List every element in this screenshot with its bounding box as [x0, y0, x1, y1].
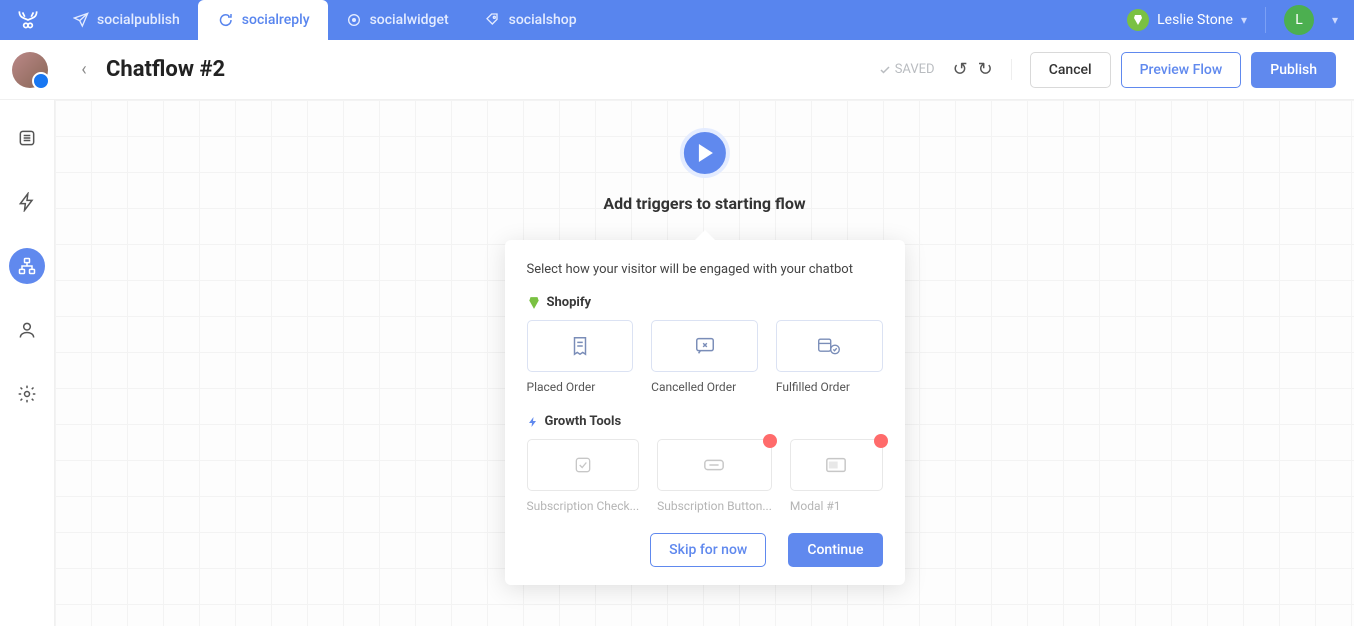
receipt-icon	[569, 335, 591, 357]
sitemap-icon	[17, 256, 37, 276]
trigger-label: Placed Order	[527, 380, 634, 394]
check-icon	[879, 64, 891, 76]
user-icon	[17, 320, 37, 340]
bolt-icon	[527, 415, 539, 429]
trigger-label: Fulfilled Order	[776, 380, 883, 394]
package-check-icon	[817, 335, 841, 357]
rail-audience[interactable]	[9, 312, 45, 348]
user-avatar[interactable]: L	[1284, 5, 1314, 35]
button-icon	[703, 456, 725, 474]
cancel-button[interactable]: Cancel	[1030, 52, 1111, 88]
trigger-grid-growth: Subscription Check... Subscription Butto…	[527, 439, 883, 513]
trigger-subscription-checkbox: Subscription Check...	[527, 439, 640, 513]
paper-plane-icon	[73, 12, 89, 28]
alert-badge-icon	[874, 434, 888, 448]
trigger-label: Subscription Button...	[657, 499, 772, 513]
chat-reply-icon	[216, 11, 234, 29]
redo-button[interactable]: ↻	[978, 59, 993, 80]
modal-icon	[825, 456, 847, 474]
user-name: Leslie Stone	[1157, 12, 1233, 28]
shopify-logo-icon	[1127, 9, 1149, 31]
trigger-fulfilled-order[interactable]: Fulfilled Order	[776, 320, 883, 394]
tab-socialshop[interactable]: socialshop	[467, 0, 595, 40]
saved-status: SAVED	[879, 62, 935, 77]
tag-icon	[485, 12, 501, 28]
brand-logo[interactable]	[0, 0, 55, 40]
start-node-title: Add triggers to starting flow	[603, 194, 805, 213]
list-icon	[17, 128, 37, 148]
section-growth-label: Growth Tools	[527, 414, 883, 429]
trigger-label: Subscription Check...	[527, 499, 640, 513]
user-group: Leslie Stone ▾ L ▾	[1127, 5, 1338, 35]
comment-x-icon	[694, 335, 716, 357]
tab-socialwidget[interactable]: socialwidget	[328, 0, 467, 40]
trigger-popover: Select how your visitor will be engaged …	[505, 240, 905, 585]
tab-socialreply[interactable]: socialreply	[198, 0, 328, 40]
trigger-modal: Modal #1	[790, 439, 883, 513]
toolbar: ‹ Chatflow #2 SAVED ↺ ↻ Cancel Preview F…	[0, 40, 1354, 100]
tab-socialpublish[interactable]: socialpublish	[55, 0, 198, 40]
section-label-text: Growth Tools	[545, 414, 622, 429]
connected-page-avatar[interactable]	[12, 52, 48, 88]
undo-button[interactable]: ↺	[953, 59, 968, 80]
section-shopify-label: Shopify	[527, 295, 883, 310]
trigger-subscription-button: Subscription Button...	[657, 439, 772, 513]
side-rail	[0, 100, 55, 626]
saved-label: SAVED	[895, 62, 935, 77]
start-node[interactable]: Add triggers to starting flow	[603, 128, 805, 213]
page-title: Chatflow #2	[106, 57, 225, 82]
rail-settings[interactable]	[9, 376, 45, 412]
checkbox-icon	[573, 455, 593, 475]
tab-label: socialwidget	[370, 12, 449, 28]
alert-badge-icon	[763, 434, 777, 448]
target-icon	[346, 12, 362, 28]
workspace: Add triggers to starting flow Select how…	[0, 100, 1354, 626]
skip-button[interactable]: Skip for now	[650, 533, 766, 567]
popover-description: Select how your visitor will be engaged …	[527, 262, 883, 277]
back-button[interactable]: ‹	[70, 56, 98, 84]
history-buttons: ↺ ↻	[953, 59, 1012, 80]
top-nav: socialpublish socialreply socialwidget s…	[0, 0, 1354, 40]
trigger-label: Cancelled Order	[651, 380, 758, 394]
trigger-grid-shopify: Placed Order Cancelled Order Fulfilled O…	[527, 320, 883, 394]
play-icon	[680, 128, 730, 178]
section-label-text: Shopify	[547, 295, 592, 310]
chevron-down-icon[interactable]: ▾	[1332, 13, 1338, 27]
trigger-cancelled-order[interactable]: Cancelled Order	[651, 320, 758, 394]
tab-label: socialreply	[242, 12, 310, 28]
chevron-down-icon: ▾	[1241, 13, 1247, 27]
trigger-placed-order[interactable]: Placed Order	[527, 320, 634, 394]
continue-button[interactable]: Continue	[788, 533, 882, 567]
trigger-label: Modal #1	[790, 499, 883, 513]
publish-button[interactable]: Publish	[1251, 52, 1336, 88]
store-selector[interactable]: Leslie Stone ▾	[1127, 9, 1247, 31]
rail-flows[interactable]	[9, 120, 45, 156]
gear-icon	[17, 384, 37, 404]
shopify-bag-icon	[527, 296, 541, 310]
tab-label: socialpublish	[97, 12, 180, 28]
preview-flow-button[interactable]: Preview Flow	[1121, 52, 1242, 88]
rail-automation[interactable]	[9, 184, 45, 220]
nav-tabs: socialpublish socialreply socialwidget s…	[55, 0, 595, 40]
flow-canvas[interactable]: Add triggers to starting flow Select how…	[55, 100, 1354, 626]
antler-icon	[15, 7, 41, 33]
tab-label: socialshop	[509, 12, 577, 28]
popover-actions: Skip for now Continue	[527, 533, 883, 567]
rail-chatflow[interactable]	[9, 248, 45, 284]
bolt-icon	[17, 192, 37, 212]
